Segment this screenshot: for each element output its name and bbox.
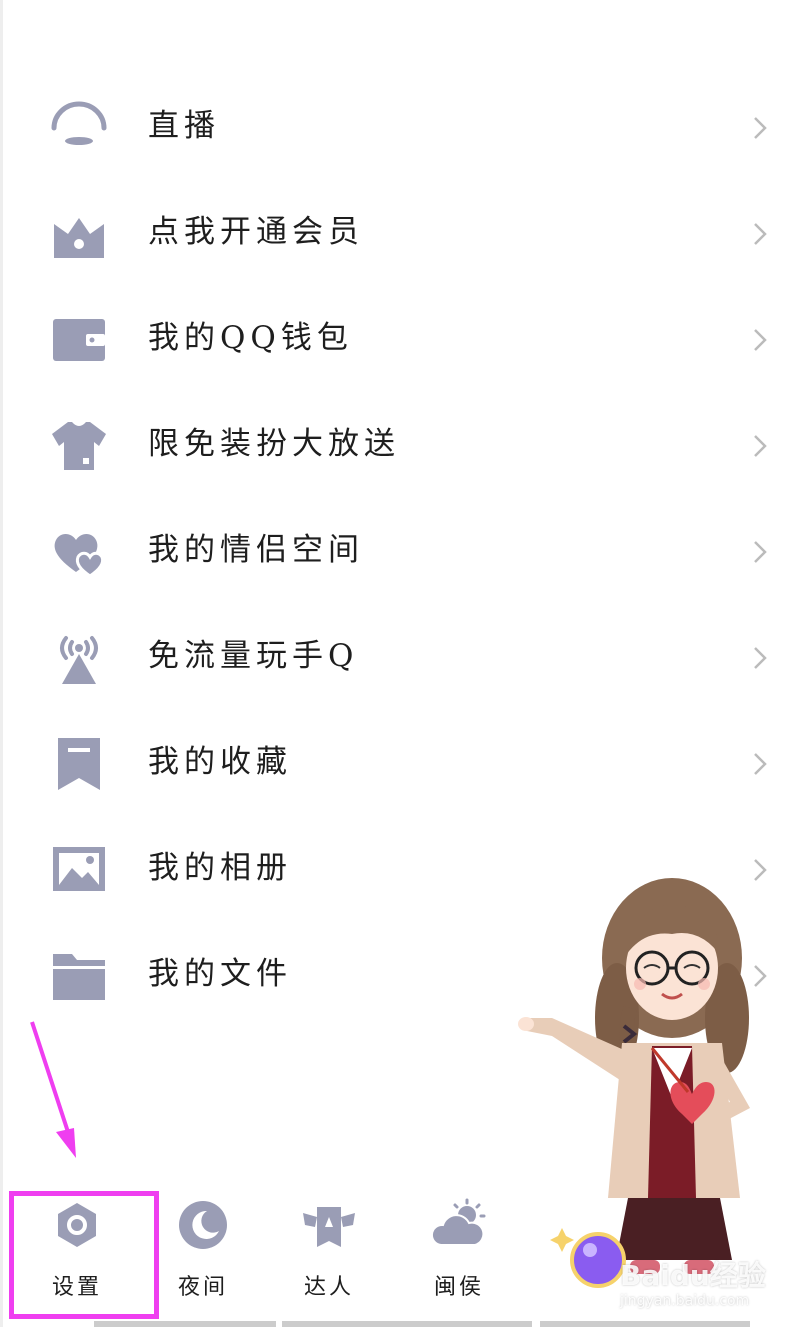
menu-item-live[interactable]: 直播: [0, 74, 804, 180]
bottom-edge-strip: [282, 1321, 532, 1327]
menu-item-label: 我的QQ钱包: [148, 320, 353, 356]
crown-icon: [50, 204, 108, 262]
watermark-url: jingyan.baidu.com: [620, 1293, 750, 1309]
chevron-right-icon: [748, 432, 772, 460]
live-icon: [50, 98, 108, 156]
chevron-right-icon: [748, 750, 772, 778]
bottom-edge-strip: [94, 1321, 276, 1327]
bookmark-icon: [50, 734, 108, 792]
menu-item-label: 我的收藏: [148, 744, 292, 780]
settings-highlight-box: [9, 1191, 159, 1319]
menu-item-wallet[interactable]: 我的QQ钱包: [0, 286, 804, 392]
menu-item-dressup[interactable]: 限免装扮大放送: [0, 392, 804, 498]
weather-icon: [431, 1197, 487, 1253]
menu-item-label: 我的相册: [148, 850, 292, 886]
moon-icon: [175, 1197, 231, 1253]
drawer-screen: 直播 点我开通会员 我的QQ钱包 限免装扮大放送 我的情侣空间 免流量玩手Q 我…: [0, 0, 804, 1327]
watermark-logo: Baidu经验: [620, 1259, 766, 1292]
chevron-right-icon: [748, 644, 772, 672]
chevron-right-icon: [748, 220, 772, 248]
couple-hearts-icon: [50, 522, 108, 580]
pointer-arrow-icon: [26, 1020, 86, 1160]
tshirt-icon: [50, 416, 108, 474]
signal-tower-icon: [50, 628, 108, 686]
menu-item-favorites[interactable]: 我的收藏: [0, 710, 804, 816]
expert-label: 达人: [303, 1275, 354, 1300]
menu-item-couple-space[interactable]: 我的情侣空间: [0, 498, 804, 604]
menu-item-label: 免流量玩手Q: [148, 638, 359, 674]
menu-item-vip[interactable]: 点我开通会员: [0, 180, 804, 286]
photo-icon: [50, 840, 108, 898]
wallet-icon: [50, 310, 108, 368]
weather-location-label: 闽侯: [433, 1275, 484, 1300]
menu-item-free-data[interactable]: 免流量玩手Q: [0, 604, 804, 710]
winged-badge-icon: [301, 1197, 357, 1253]
bottom-edge-strip: [540, 1321, 750, 1327]
menu-item-label: 我的情侣空间: [148, 532, 364, 568]
folder-icon: [50, 946, 108, 1004]
chevron-right-icon: [748, 538, 772, 566]
weather-button[interactable]: 闽侯: [396, 1195, 516, 1315]
menu-item-label: 限免装扮大放送: [148, 426, 400, 462]
expert-button[interactable]: 达人: [266, 1195, 386, 1315]
menu-item-label: 我的文件: [148, 956, 292, 992]
chevron-right-icon: [748, 114, 772, 142]
chevron-right-icon: [748, 326, 772, 354]
menu-item-label: 点我开通会员: [148, 214, 364, 250]
menu-item-label: 直播: [148, 108, 220, 144]
